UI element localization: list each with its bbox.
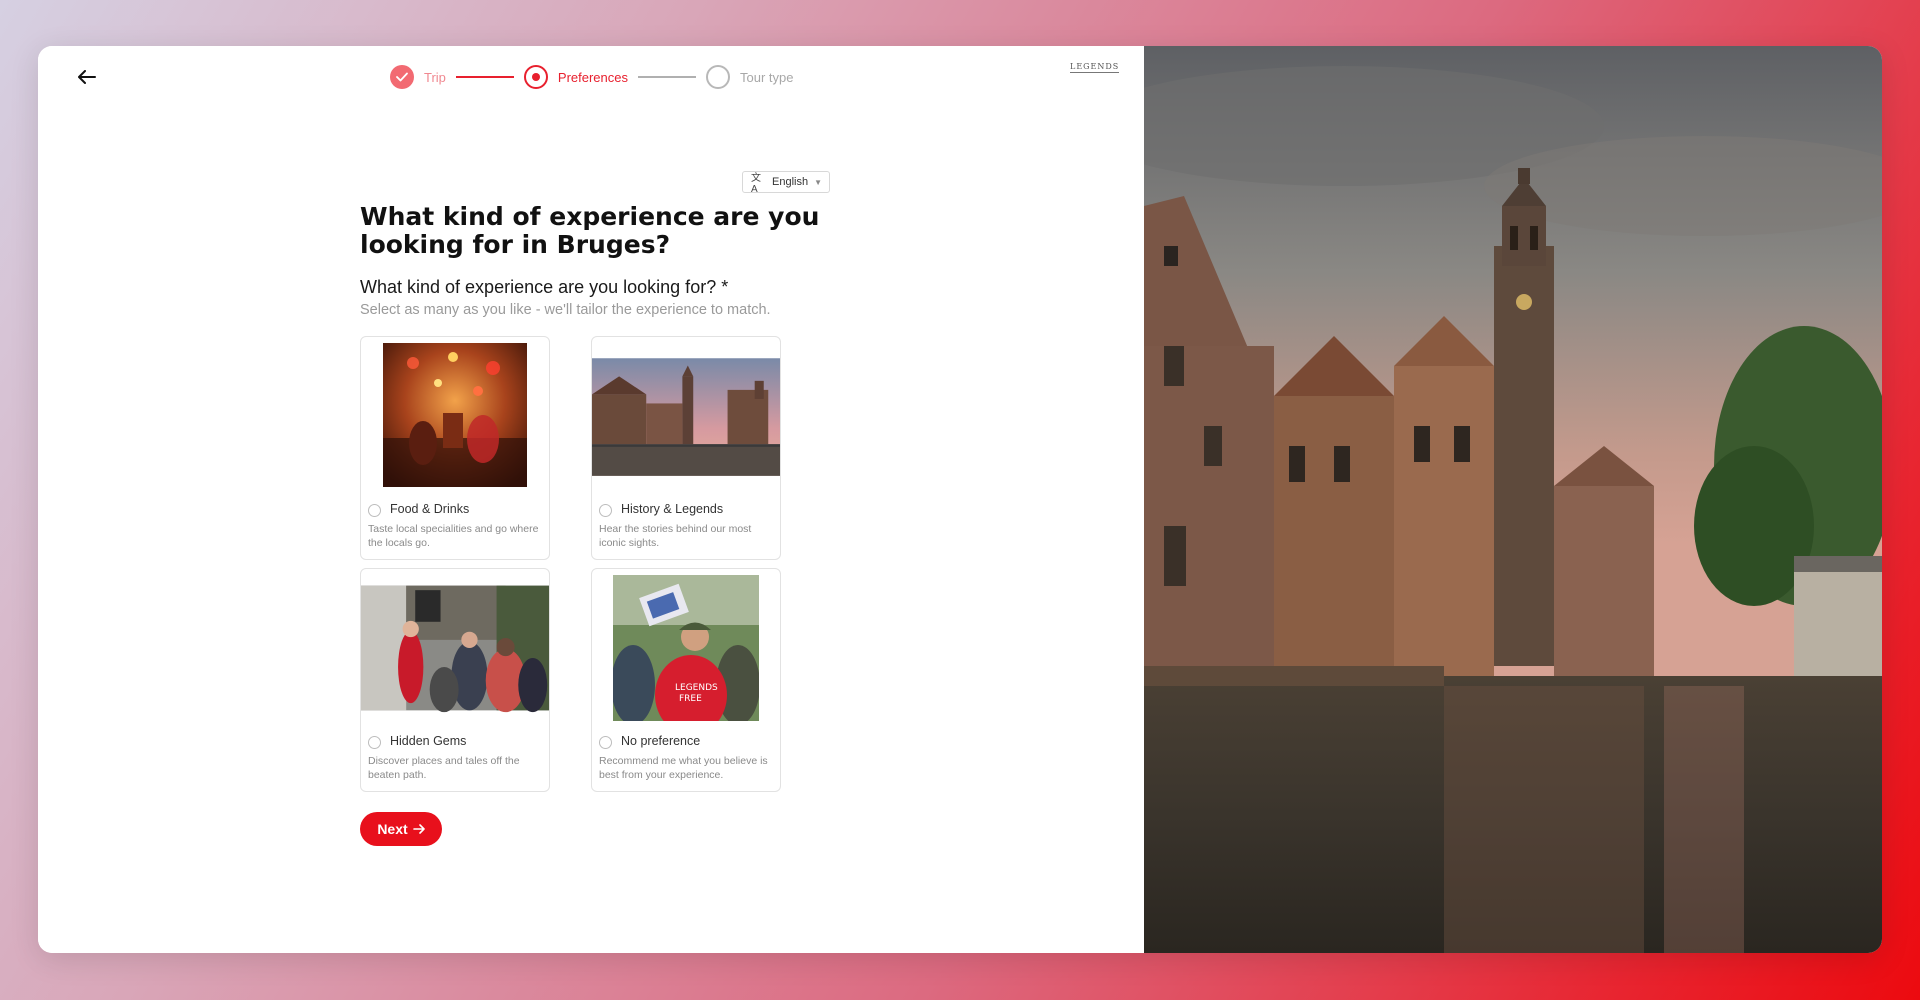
- food-drinks-image: [383, 343, 527, 487]
- next-button[interactable]: Next: [360, 812, 442, 846]
- option-no-preference[interactable]: LEGENDS FREE No preference Recommend me …: [591, 568, 781, 792]
- step-label: Tour type: [740, 69, 794, 85]
- option-description: Recommend me what you believe is best fr…: [599, 755, 768, 781]
- hidden-gems-image: [361, 585, 549, 713]
- step-tour-type[interactable]: Tour type: [706, 65, 793, 89]
- page-title: What kind of experience are you looking …: [360, 202, 820, 259]
- translate-icon: 文A: [751, 173, 761, 195]
- option-label: Food & Drinks: [390, 502, 470, 516]
- progress-stepper: Trip Preferences Tour type: [390, 62, 793, 92]
- form-panel: Trip Preferences Tour type LEGENDS 文A En…: [38, 46, 1144, 953]
- question-helper: Select as many as you like - we'll tailo…: [360, 302, 771, 318]
- option-checkbox[interactable]: [599, 504, 612, 517]
- option-description: Taste local specialities and go where th…: [368, 523, 539, 549]
- active-step-icon: [523, 65, 548, 89]
- chevron-down-icon: ▼: [814, 177, 822, 187]
- step-label: Preferences: [557, 69, 628, 85]
- option-checkbox[interactable]: [368, 736, 381, 749]
- question-label: What kind of experience are you looking …: [360, 277, 729, 297]
- option-food-drinks[interactable]: Food & Drinks Taste local specialities a…: [360, 336, 550, 560]
- hero-image-panel: [1144, 46, 1882, 953]
- option-description: Hear the stories behind our most iconic …: [599, 523, 752, 549]
- option-image-wrap: LEGENDS FREE: [592, 575, 780, 721]
- svg-text:LEGENDS: LEGENDS: [675, 683, 718, 693]
- empty-step-icon: [706, 65, 730, 89]
- option-label: History & Legends: [621, 502, 724, 516]
- language-select[interactable]: 文A English ▼: [742, 171, 830, 195]
- option-history-legends[interactable]: History & Legends Hear the stories behin…: [591, 336, 781, 560]
- arrow-right-icon: [412, 824, 425, 834]
- app-card: Trip Preferences Tour type LEGENDS 文A En…: [38, 46, 1882, 953]
- step-connector: [638, 76, 696, 78]
- back-button[interactable]: [70, 60, 104, 94]
- language-value: English: [772, 176, 809, 188]
- option-checkbox[interactable]: [599, 736, 612, 749]
- no-preference-image: LEGENDS FREE: [613, 575, 759, 721]
- history-legends-image: [592, 358, 780, 476]
- step-preferences[interactable]: Preferences: [523, 65, 628, 89]
- option-hidden-gems[interactable]: Hidden Gems Discover places and tales of…: [360, 568, 550, 792]
- arrow-left-icon: [78, 70, 96, 84]
- bruges-canal-image: [1144, 46, 1882, 953]
- svg-text:FREE: FREE: [679, 694, 702, 704]
- step-connector: [455, 76, 514, 78]
- step-label: Trip: [424, 69, 446, 85]
- option-label: No preference: [621, 734, 701, 748]
- option-label: Hidden Gems: [390, 734, 467, 748]
- option-image-wrap: [361, 343, 549, 487]
- option-description: Discover places and tales off the beaten…: [368, 755, 520, 781]
- check-icon: [390, 65, 414, 89]
- option-image-wrap: [592, 352, 780, 482]
- brand-logo: LEGENDS: [1070, 62, 1120, 73]
- next-button-label: Next: [377, 821, 408, 837]
- option-image-wrap: [361, 579, 549, 717]
- step-trip[interactable]: Trip: [390, 65, 446, 89]
- option-checkbox[interactable]: [368, 504, 381, 517]
